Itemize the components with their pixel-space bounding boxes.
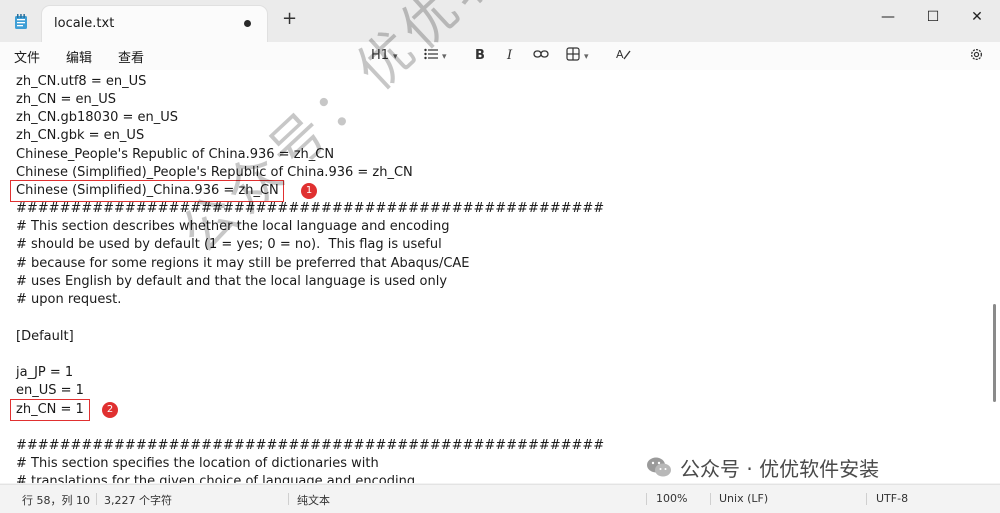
character-count: 3,227 个字符 [104, 494, 172, 507]
table-dropdown[interactable]: ▾ [566, 47, 589, 65]
text-line: ########################################… [16, 201, 605, 216]
line-ending[interactable]: Unix (LF) [719, 492, 768, 505]
text-format[interactable]: 纯文本 [297, 492, 330, 508]
text-line: # uses English by default and that the l… [16, 274, 448, 289]
text-line: [Default] [16, 329, 74, 344]
text-line: ########################################… [16, 438, 605, 453]
tab-locale-txt[interactable]: locale.txt [42, 6, 267, 42]
text-line: zh_CN.utf8 = en_US [16, 74, 147, 89]
notepad-app-icon [15, 14, 27, 29]
new-tab-button[interactable]: + [282, 10, 297, 28]
settings-button[interactable] [969, 47, 984, 65]
link-button[interactable] [533, 47, 549, 65]
minimize-button[interactable]: — [866, 5, 910, 29]
menu-edit[interactable]: 编辑 [66, 47, 92, 66]
wechat-icon [647, 457, 671, 477]
clear-format-button[interactable]: A [616, 47, 632, 65]
svg-text:A: A [616, 48, 624, 61]
status-divider [96, 493, 97, 505]
table-icon [566, 47, 580, 61]
text-line: en_US = 1 [16, 383, 84, 398]
vertical-scrollbar[interactable] [993, 304, 996, 402]
menu-bar: 文件 编辑 查看 H1 ▾ ▾ B I ▾ A [0, 42, 1000, 71]
cursor-position: 行 58，列 10 [22, 494, 90, 507]
italic-button[interactable]: I [507, 47, 512, 65]
menu-view[interactable]: 查看 [118, 47, 144, 66]
text-editor[interactable]: zh_CN.utf8 = en_US zh_CN = en_US zh_CN.g… [0, 70, 1000, 483]
menu-file[interactable]: 文件 [14, 47, 40, 66]
maximize-button[interactable]: ☐ [911, 5, 955, 29]
status-bar: 行 58，列 10 3,227 个字符 纯文本 100% Unix (LF) U… [0, 484, 1000, 513]
text-line: ja_JP = 1 [16, 365, 74, 380]
text-line: zh_CN = en_US [16, 92, 117, 107]
unsaved-dot-icon[interactable] [244, 20, 251, 27]
brand-watermark-text: 公众号 · 优优软件安装 [680, 456, 880, 481]
status-divider [710, 493, 711, 505]
text-line: # translations for the given choice of l… [16, 474, 416, 483]
annotation-marker-2: 2 [102, 402, 118, 418]
status-divider [288, 493, 289, 505]
bold-button[interactable]: B [475, 47, 485, 65]
text-line: zh_CN.gb18030 = en_US [16, 110, 179, 125]
title-bar: locale.txt + — ☐ ✕ [0, 0, 1000, 42]
chevron-down-icon: ▾ [584, 52, 589, 62]
text-line: # upon request. [16, 292, 122, 307]
text-line: # This section specifies the location of… [16, 456, 379, 471]
gear-icon [970, 48, 983, 61]
tab-title: locale.txt [54, 16, 115, 31]
clear-formatting-icon: A [616, 48, 631, 61]
encoding[interactable]: UTF-8 [876, 492, 908, 505]
close-button[interactable]: ✕ [955, 5, 999, 29]
text-line: # because for some regions it may still … [16, 256, 470, 271]
text-line: zh_CN.gbk = en_US [16, 128, 145, 143]
status-divider [646, 493, 647, 505]
highlight-box-2 [10, 399, 90, 421]
zoom-level[interactable]: 100% [656, 492, 687, 505]
brand-watermark: 公众号 · 优优软件安装 [646, 452, 879, 482]
status-divider [866, 493, 867, 505]
link-icon [533, 50, 549, 58]
annotation-marker-1: 1 [301, 183, 317, 199]
